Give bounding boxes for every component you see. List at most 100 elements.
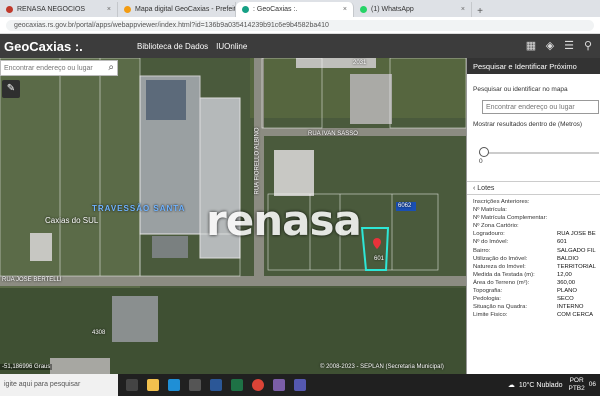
clock[interactable]: 06 xyxy=(589,381,600,389)
browser-tab[interactable]: RENASA NEGOCIOS × xyxy=(0,2,118,17)
attr-value: TERRITORIAL xyxy=(557,263,596,270)
browser-tab-active[interactable]: : GeoCaxias :. × xyxy=(236,2,354,17)
lotes-section-header[interactable]: ‹ Lotes xyxy=(467,181,600,195)
attr-key: Pedologia: xyxy=(473,296,501,303)
favicon-icon xyxy=(242,6,249,13)
attribute-row: Utilização do Imóvel: BALDIO xyxy=(473,255,600,263)
attribute-row: Nº Matrícula Complementar: xyxy=(473,214,600,222)
coordinates-readout: -51,186996 Graus xyxy=(0,364,53,370)
attr-key: Logradouro: xyxy=(473,231,505,238)
attribute-row: Bairro: SALGADO FIL xyxy=(473,247,600,255)
lot-number-label: 6062 xyxy=(398,203,412,209)
biblioteca-link[interactable]: Biblioteca de Dados xyxy=(137,42,208,51)
attribute-row: Limite Fisico: COM CERCA xyxy=(473,311,600,319)
map-search-input[interactable]: Encontrar endereço ou lugar ⌕ xyxy=(0,60,118,76)
attr-key: Nº do Imóvel: xyxy=(473,239,509,246)
weather-widget[interactable]: ☁ 10°C Nublado xyxy=(507,381,563,390)
radius-label: Mostrar resultados dentro de (Metros) xyxy=(473,121,583,128)
close-icon[interactable]: × xyxy=(343,6,347,13)
city-label: Caxias do SUL xyxy=(45,216,99,225)
grid-icon[interactable]: ▦ xyxy=(525,40,537,52)
lot-number-label: 601 xyxy=(374,256,385,262)
search-label: Pesquisar ou identificar no mapa xyxy=(473,86,568,93)
iuonline-link[interactable]: IUOnline xyxy=(216,42,247,51)
chrome-icon[interactable] xyxy=(252,379,264,391)
attribute-row: Nº do Imóvel: 601 xyxy=(473,238,600,246)
favicon-icon xyxy=(124,6,131,13)
store-icon[interactable] xyxy=(189,379,201,391)
section-label: Lotes xyxy=(477,185,495,192)
attr-key: Natureza do Imóvel: xyxy=(473,263,526,270)
map-attribution: © 2008-2023 - SEPLAN (Secretaria Municip… xyxy=(320,364,444,370)
browser-tab[interactable]: (1) WhatsApp × xyxy=(354,2,472,17)
attr-key: Bairro: xyxy=(473,247,491,254)
attribute-row: Nº Matrícula: xyxy=(473,206,600,214)
edge-icon[interactable] xyxy=(168,379,180,391)
attr-value: PLANO xyxy=(557,288,577,295)
renasa-watermark: renasa xyxy=(206,196,362,245)
attr-key: Nº Matrícula Complementar: xyxy=(473,215,548,222)
taskbar-search[interactable]: igite aqui para pesquisar xyxy=(0,374,118,396)
attribute-row: Logradouro: RUA JOSE BE xyxy=(473,230,600,238)
attr-key: Área do Terreno (m²): xyxy=(473,279,530,286)
app-header: GeoCaxias :. Biblioteca de Dados IUOnlin… xyxy=(0,34,600,58)
attr-value: 360,00 xyxy=(557,279,576,286)
browser-tab[interactable]: Mapa digital GeoCaxias - Prefeit × xyxy=(118,2,236,17)
cloud-icon: ☁ xyxy=(507,382,515,389)
attr-key: Limite Fisico: xyxy=(473,312,508,319)
favicon-icon xyxy=(360,6,367,13)
teams-icon[interactable] xyxy=(294,379,306,391)
list-icon[interactable]: ☰ xyxy=(563,40,575,52)
attribute-list: Inscrições Anteriores: Nº Matrícula: Nº … xyxy=(473,198,600,319)
edit-icon[interactable]: ✎ xyxy=(2,80,20,98)
new-tab-icon[interactable]: + xyxy=(472,6,488,17)
attr-value: SECO xyxy=(557,296,574,303)
attr-value: 601 xyxy=(557,239,567,246)
language-indicator[interactable]: POR PTB2 xyxy=(569,377,589,393)
attr-value: 12,00 xyxy=(557,271,572,278)
keyboard-layout: PTB2 xyxy=(568,385,585,392)
task-view-icon[interactable] xyxy=(126,379,138,391)
attribute-row: Pedologia: SECO xyxy=(473,295,600,303)
radius-slider[interactable] xyxy=(479,152,599,154)
layers-icon[interactable]: ◈ xyxy=(544,40,556,52)
attr-value: SALGADO FIL xyxy=(557,247,596,254)
panel-title: Pesquisar e Identificar Próximo xyxy=(467,58,600,74)
slider-handle[interactable] xyxy=(479,147,489,157)
word-icon[interactable] xyxy=(210,379,222,391)
attr-value: COM CERCA xyxy=(557,312,593,319)
map-view[interactable]: Encontrar endereço ou lugar ⌕ ✎ TRAVESSÃ… xyxy=(0,58,466,374)
attr-value: INTERNO xyxy=(557,304,584,311)
radius-value: 0 xyxy=(479,158,483,165)
tab-title: : GeoCaxias :. xyxy=(253,6,298,13)
favicon-icon xyxy=(6,6,13,13)
close-icon[interactable]: × xyxy=(107,6,111,13)
attr-key: Medida da Testada (m): xyxy=(473,271,535,278)
street-label: TRAVESSÃO SANTA xyxy=(92,204,186,213)
panel-search-input[interactable] xyxy=(482,100,599,114)
tab-title: RENASA NEGOCIOS xyxy=(17,6,86,13)
close-icon[interactable]: × xyxy=(461,6,465,13)
attr-value: BALDIO xyxy=(557,255,579,262)
attribute-row: Inscrições Anteriores: xyxy=(473,198,600,206)
attr-key: Situação na Quadra: xyxy=(473,304,528,311)
attr-key: Utilização do Imóvel: xyxy=(473,255,528,262)
search-icon[interactable]: ⌕ xyxy=(108,62,114,73)
attribute-row: Medida da Testada (m): 12,00 xyxy=(473,271,600,279)
attr-key: Nº Matrícula: xyxy=(473,207,507,214)
lot-number-label: 2031 xyxy=(353,60,367,66)
lang-code: POR xyxy=(569,377,584,384)
attribute-row: Área do Terreno (m²): 360,00 xyxy=(473,279,600,287)
photos-icon[interactable] xyxy=(273,379,285,391)
share-icon[interactable]: ⚲ xyxy=(582,40,594,52)
windows-taskbar: igite aqui para pesquisar ☁ 10°C Nublado… xyxy=(0,374,600,396)
url-field[interactable]: geocaxias.rs.gov.br/portal/apps/webappvi… xyxy=(6,19,594,31)
attribute-row: Topografia: PLANO xyxy=(473,287,600,295)
explorer-icon[interactable] xyxy=(147,379,159,391)
attribute-row: Natureza do Imóvel: TERRITORIAL xyxy=(473,263,600,271)
excel-icon[interactable] xyxy=(231,379,243,391)
tab-title: Mapa digital GeoCaxias - Prefeit xyxy=(135,6,236,13)
attribute-row: Nº Zona Cartório: xyxy=(473,222,600,230)
address-bar: geocaxias.rs.gov.br/portal/apps/webappvi… xyxy=(0,17,600,34)
street-label: RUA FIORELLO ALBINO xyxy=(254,127,261,195)
